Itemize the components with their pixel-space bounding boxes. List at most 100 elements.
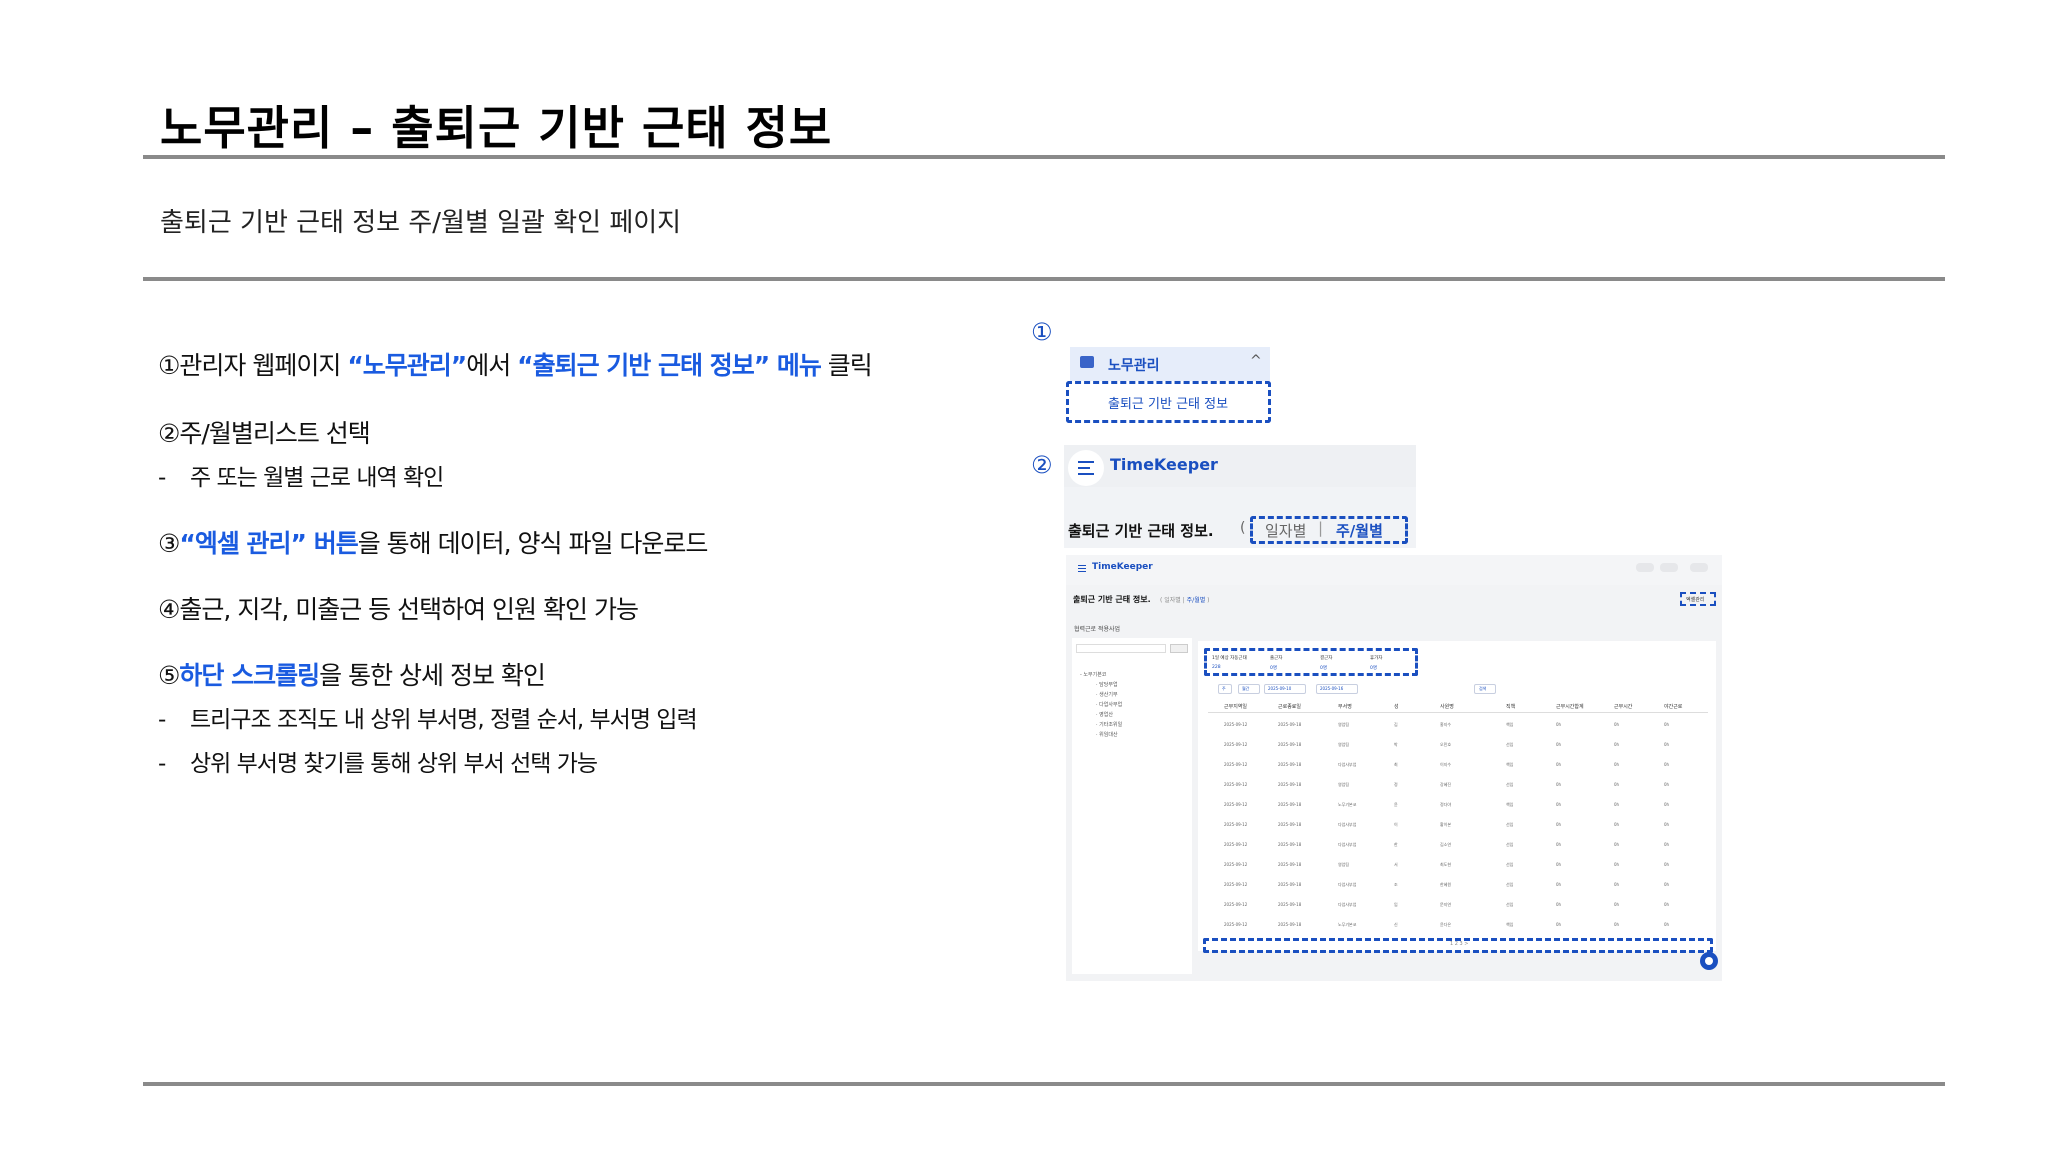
table-cell: 2025-09-18 [1278,762,1302,767]
page-subtitle: 출퇴근 기반 근태 정보 주/월별 일괄 확인 페이지 [160,208,682,238]
table-cell: 노무기본코 [1338,802,1357,807]
tree-item[interactable]: · 담당부업 [1096,681,1118,688]
filter-label: 2025-09-16 [1320,686,1344,691]
table-cell: 이지수 [1440,762,1452,767]
table-cell: 임 [1394,902,1398,907]
menu-item-attendance-label: 출퇴근 기반 근태 정보 [1108,397,1229,412]
filter-label: 2025-09-10 [1268,686,1292,691]
brand-logo[interactable]: TimeKeeper [1110,455,1218,474]
table-cell: 윤 [1394,802,1398,807]
paren: ( [1240,520,1246,536]
step-5: ⑤하단 스크롤링을 통한 상세 정보 확인 [158,661,546,690]
table-cell: 0h [1556,722,1562,727]
tree-item[interactable]: · 위임대산 [1096,731,1118,738]
table-column-header[interactable]: 부서명 [1338,703,1352,710]
hamburger-line [1078,473,1094,475]
table-cell: 2025-09-18 [1278,842,1302,847]
stat-value: 228 [1212,665,1221,670]
table-cell: 선임 [1506,882,1514,887]
org-search-input[interactable] [1076,644,1166,653]
table-cell: 책임 [1506,802,1514,807]
table-column-header[interactable]: 근무시간합계 [1556,703,1584,710]
table-cell: 책임 [1506,922,1514,927]
filter-label: 검색 [1479,686,1487,691]
tree-item[interactable]: · 다업사부업 [1096,701,1122,708]
table-cell: 2025-09-12 [1224,722,1248,727]
table-cell: 0h [1556,742,1562,747]
table-column-header[interactable]: 사원명 [1440,703,1454,710]
table-cell: 0h [1664,722,1670,727]
pagination[interactable]: 1 2 3 > [1450,941,1469,947]
table-cell: 오민호 [1440,742,1452,747]
table-cell: 0h [1556,922,1562,927]
step-2: ②주/월별리스트 선택 [158,419,371,448]
table-cell: 한혜원 [1440,882,1452,887]
tree-item[interactable]: - 노무기본코 [1080,671,1106,678]
filter-label: 주 [1222,686,1226,691]
hamburger-line [1078,461,1094,463]
table-cell: 2025-09-18 [1278,862,1302,867]
tab-daily[interactable]: 일자별 [1265,520,1306,541]
app-topbar [1066,555,1722,585]
table-cell: 0h [1614,762,1620,767]
table-cell: 2025-09-18 [1278,882,1302,887]
hamburger-line [1078,568,1086,569]
tree-item[interactable]: · 영업산 [1096,711,1113,718]
step-5-detail-1: - 트리구조 조직도 내 상위 부서명, 정렬 순서, 부서명 입력 [158,707,698,733]
stat-label[interactable]: 결근자 [1320,655,1332,661]
menu-section-header[interactable] [1070,347,1270,381]
topbar-pill[interactable] [1660,563,1678,572]
hamburger-menu-icon[interactable] [1078,565,1086,566]
hamburger-line [1078,467,1090,469]
filter-label: 월간 [1242,686,1250,691]
stat-label[interactable]: 휴가자 [1370,655,1382,661]
tree-item[interactable]: · 생산기부 [1096,691,1118,698]
stat-label[interactable]: 1일 예상 자동근태 [1212,655,1247,661]
topbar-pill[interactable] [1636,563,1654,572]
table-cell: 이 [1394,822,1398,827]
table-cell: 최 [1394,762,1398,767]
table-cell: 영업팀 [1338,862,1350,867]
chat-icon [1705,957,1713,965]
table-cell: 책임 [1506,722,1514,727]
table-cell: 0h [1614,782,1620,787]
table-cell: 0h [1614,882,1620,887]
app-brand[interactable]: TimeKeeper [1092,562,1153,572]
stat-value: 0명 [1320,666,1328,671]
topbar-pill[interactable] [1690,563,1708,572]
table-column-header[interactable]: 직책 [1506,703,1515,710]
table-cell: 김소연 [1440,842,1452,847]
org-search-button[interactable] [1170,644,1188,653]
table-cell: 선임 [1506,822,1514,827]
header-page-title: 출퇴근 기반 근태 정보. [1068,522,1214,540]
table-cell: 0h [1614,802,1620,807]
org-tree-panel [1072,638,1192,974]
table-cell: 서 [1394,862,1398,867]
step-3: ③“엑셀 관리” 버튼을 통해 데이터, 양식 파일 다운로드 [158,529,708,558]
table-cell: 0h [1664,922,1670,927]
table-cell: 0h [1664,842,1670,847]
table-cell: 0h [1664,782,1670,787]
tree-item[interactable]: · 기타조위일 [1096,721,1122,728]
table-column-header[interactable]: 근로종료일 [1278,703,1301,710]
table-column-header[interactable]: 성 [1394,703,1399,710]
table-cell: 선임 [1506,862,1514,867]
table-cell: 0h [1664,862,1670,867]
step-1: ①관리자 웹페이지 “노무관리”에서 “출퇴근 기반 근태 정보” 메뉴 클릭 [158,351,873,380]
table-cell: 영업팀 [1338,742,1350,747]
stat-label[interactable]: 출근자 [1270,655,1282,661]
table-cell: 0h [1556,782,1562,787]
excel-manage-label: 엑셀관리 [1686,597,1705,603]
table-column-header[interactable]: 근무지역일 [1224,703,1247,710]
table-column-header[interactable]: 근무시간 [1614,703,1632,710]
table-cell: 0h [1556,822,1562,827]
marker-1: ① [1031,318,1053,346]
table-cell: 2025-09-12 [1224,782,1248,787]
chevron-up-icon[interactable]: ^ [1250,353,1262,369]
table-cell: 0h [1664,762,1670,767]
table-cell: 조 [1394,882,1398,887]
table-cell: 0h [1664,902,1670,907]
table-column-header[interactable]: 야간근로 [1664,703,1682,710]
tab-weekly-monthly[interactable]: 주/월별 [1336,520,1383,541]
table-cell: 노무기본코 [1338,922,1357,927]
